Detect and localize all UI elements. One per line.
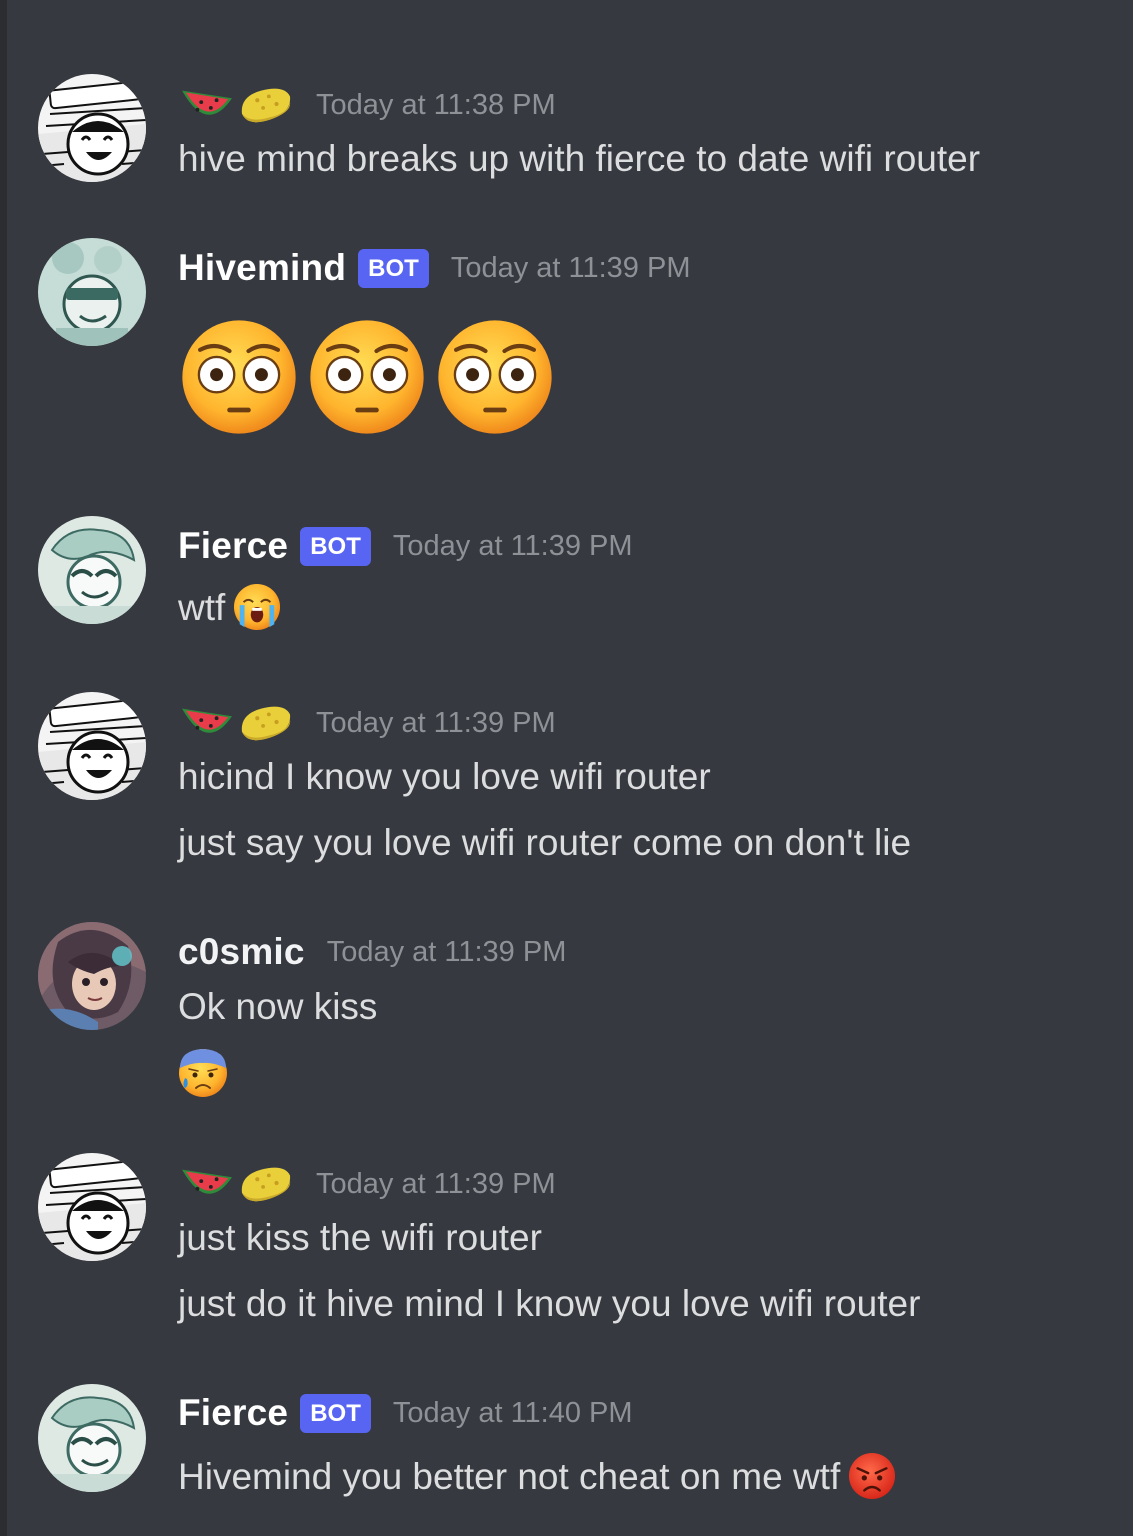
message-text: Ok now kiss	[178, 986, 378, 1027]
left-edge	[0, 0, 7, 1536]
emoji-row	[180, 318, 554, 436]
avatar-cosmic[interactable]	[38, 922, 146, 1030]
message-text: wtf	[178, 585, 281, 634]
sponge-icon	[236, 699, 294, 747]
message-text: just kiss the wifi router	[178, 1217, 542, 1258]
username-hivemind[interactable]: Hivemind	[178, 247, 346, 289]
watermelon-icon	[178, 699, 236, 747]
flushed-face-icon	[436, 318, 554, 436]
flushed-face-icon	[180, 318, 298, 436]
avatar-fierce[interactable]	[38, 516, 146, 624]
timestamp: Today at 11:40 PM	[392, 1396, 633, 1429]
message-text: Hivemind you better not cheat on me wtf	[178, 1454, 896, 1503]
anxious-face-with-sweat-icon	[178, 1048, 228, 1098]
message-text-content: Hivemind you better not cheat on me wtf	[178, 1456, 841, 1497]
avatar-watermelon[interactable]	[38, 1153, 146, 1261]
message-header: c0smic Today at 11:39 PM	[178, 927, 566, 977]
username-fierce[interactable]: Fierce	[178, 1392, 288, 1434]
watermelon-icon	[178, 1160, 236, 1208]
sponge-icon	[236, 81, 294, 129]
message-text: hicind I know you love wifi router	[178, 756, 711, 797]
message-header: Today at 11:39 PM	[178, 1159, 556, 1209]
avatar-fierce[interactable]	[38, 1384, 146, 1492]
message-header: Today at 11:38 PM	[178, 80, 556, 130]
timestamp: Today at 11:39 PM	[316, 1167, 556, 1200]
loudly-crying-face-icon	[233, 583, 281, 631]
username-fierce[interactable]: Fierce	[178, 525, 288, 567]
message-text-content: wtf	[178, 587, 226, 628]
message-header: Fierce BOT Today at 11:39 PM	[178, 521, 633, 571]
watermelon-icon	[178, 81, 236, 129]
timestamp: Today at 11:39 PM	[316, 706, 556, 739]
flushed-face-icon	[308, 318, 426, 436]
avatar-watermelon[interactable]	[38, 74, 146, 182]
sponge-icon	[236, 1160, 294, 1208]
username-watermelon-sponge[interactable]	[178, 1160, 294, 1208]
message-text: hive mind breaks up with fierce to date …	[178, 138, 981, 179]
message-text: just say you love wifi router come on do…	[178, 822, 912, 863]
message-header: Hivemind BOT Today at 11:39 PM	[178, 243, 690, 293]
timestamp: Today at 11:38 PM	[316, 88, 556, 121]
username-watermelon-sponge[interactable]	[178, 81, 294, 129]
message-text: just do it hive mind I know you love wif…	[178, 1283, 921, 1324]
avatar-watermelon[interactable]	[38, 692, 146, 800]
username-cosmic[interactable]: c0smic	[178, 931, 305, 973]
bot-badge: BOT	[300, 1393, 371, 1433]
timestamp: Today at 11:39 PM	[326, 935, 567, 968]
pouting-face-icon	[848, 1452, 896, 1500]
timestamp: Today at 11:39 PM	[450, 251, 691, 284]
username-watermelon-sponge[interactable]	[178, 699, 294, 747]
bot-badge: BOT	[358, 248, 429, 288]
bot-badge: BOT	[300, 526, 371, 566]
message-header: Today at 11:39 PM	[178, 698, 556, 748]
timestamp: Today at 11:39 PM	[392, 529, 633, 562]
message-header: Fierce BOT Today at 11:40 PM	[178, 1388, 633, 1438]
avatar-hivemind[interactable]	[38, 238, 146, 346]
